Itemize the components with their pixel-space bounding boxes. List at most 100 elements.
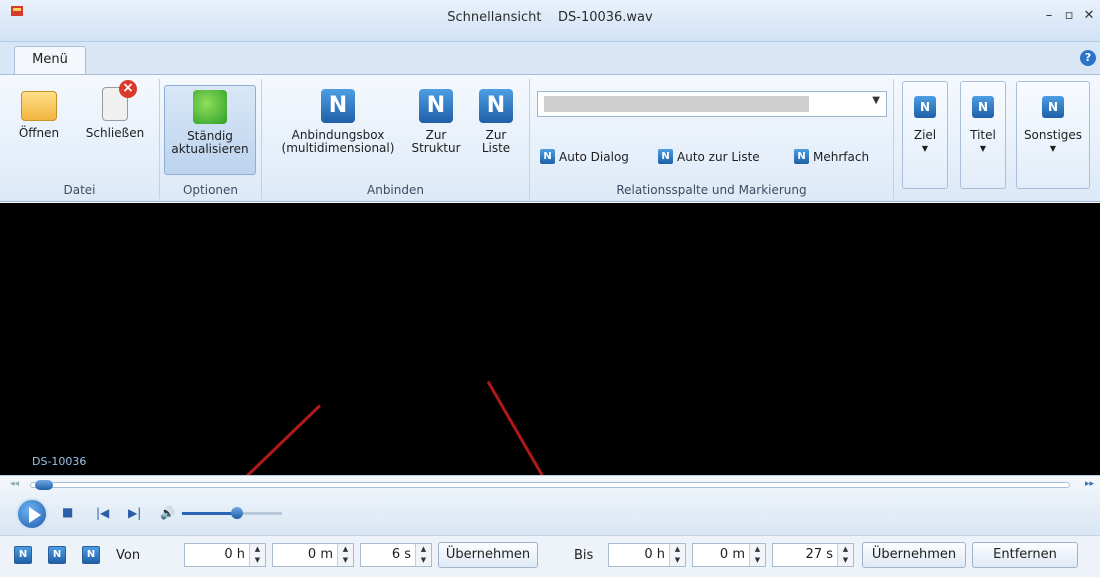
- target-chevron-icon: ▼: [921, 144, 929, 153]
- volume-fill: [182, 512, 237, 515]
- bis-hours-input[interactable]: 0 h ▲ ▼: [608, 543, 686, 567]
- von-label: Von: [116, 548, 141, 563]
- misc-icon: N: [1042, 96, 1064, 118]
- auto-dialog-bottom-icon[interactable]: N: [14, 546, 32, 564]
- to-list-button[interactable]: N Zur Liste: [470, 89, 522, 155]
- volume-slider[interactable]: [182, 507, 282, 519]
- close-document-icon: [102, 80, 137, 121]
- group-label-datei: Datei: [63, 183, 96, 197]
- close-icon[interactable]: ✕: [1082, 8, 1096, 23]
- window-title-file: DS-10036.wav: [557, 10, 653, 25]
- folder-icon: [21, 91, 57, 121]
- open-button[interactable]: Öffnen: [6, 87, 72, 140]
- ribbon: Öffnen Schließen Datei Ständig aktualisi…: [0, 74, 1100, 202]
- rewind-icon[interactable]: ◂◂: [10, 479, 19, 489]
- volume-thumb[interactable]: [231, 507, 243, 519]
- von-seconds-stepper[interactable]: ▲ ▼: [415, 544, 431, 566]
- misc-chevron-icon: ▼: [1049, 144, 1057, 153]
- bis-minutes-stepper[interactable]: ▲ ▼: [749, 544, 765, 566]
- media-caption: DS-10036: [32, 455, 87, 468]
- window-controls: – ▫ ✕: [1042, 8, 1096, 23]
- target-icon: N: [914, 96, 936, 118]
- group-label-optionen: Optionen: [182, 183, 239, 197]
- group-label-relation: Relationsspalte und Markierung: [616, 183, 807, 197]
- group-anbinden: N Anbindungsbox (multidimensional) N Zur…: [262, 79, 530, 199]
- window-title-app: Schnellansicht: [447, 10, 542, 25]
- auto-refresh-button[interactable]: Ständig aktualisieren: [164, 85, 256, 175]
- help-icon[interactable]: ?: [1080, 50, 1096, 66]
- bis-label: Bis: [574, 548, 594, 563]
- auto-dialog-button[interactable]: N Auto Dialog: [540, 149, 629, 164]
- stop-icon[interactable]: ■: [62, 505, 73, 519]
- chevron-down-icon[interactable]: ▼: [872, 95, 880, 106]
- target-dropdown[interactable]: N Ziel ▼: [902, 81, 948, 189]
- close-file-button[interactable]: Schließen: [78, 80, 152, 140]
- list-icon: N: [479, 89, 513, 123]
- media-player: ◂◂ ▸▸ ■ |◀ ▶| 🔊: [0, 475, 1100, 535]
- seek-thumb[interactable]: [35, 480, 53, 490]
- relation-combo-value: [544, 96, 809, 112]
- open-label: Öffnen: [18, 126, 60, 140]
- multiple-button[interactable]: N Mehrfach: [794, 149, 869, 164]
- multiple-label: Mehrfach: [813, 149, 870, 164]
- von-hours-input[interactable]: 0 h ▲ ▼: [184, 543, 266, 567]
- maximize-icon[interactable]: ▫: [1062, 8, 1076, 23]
- structure-icon: N: [419, 89, 453, 123]
- previous-icon[interactable]: |◀: [96, 506, 109, 520]
- title-chevron-icon: ▼: [979, 144, 987, 153]
- binding-box-icon: N: [321, 89, 355, 123]
- multiple-icon: N: [794, 149, 809, 164]
- binding-box-label-2: (multidimensional): [281, 141, 395, 155]
- auto-dialog-icon: N: [540, 149, 555, 164]
- next-icon[interactable]: ▶|: [128, 506, 141, 520]
- close-file-label: Schließen: [85, 126, 145, 140]
- minimize-icon[interactable]: –: [1042, 8, 1056, 23]
- group-datei: Öffnen Schließen Datei: [0, 79, 160, 199]
- video-area: DS-10036: [0, 203, 1100, 475]
- target-label: Ziel: [913, 128, 937, 142]
- bis-hours-stepper[interactable]: ▲ ▼: [669, 544, 685, 566]
- group-label-anbinden: Anbinden: [367, 183, 424, 197]
- auto-to-list-bottom-icon[interactable]: N: [48, 546, 66, 564]
- auto-to-list-label: Auto zur Liste: [677, 149, 760, 164]
- von-apply-button[interactable]: Übernehmen: [438, 542, 538, 568]
- von-hours-value: 0 h: [224, 547, 245, 562]
- bis-seconds-stepper[interactable]: ▲ ▼: [837, 544, 853, 566]
- misc-label: Sonstiges: [1023, 128, 1083, 142]
- ribbon-tab-row: Menü ?: [0, 42, 1100, 74]
- group-relation: ▼ N Auto Dialog N Auto zur Liste N Mehrf…: [530, 79, 894, 199]
- title-label: Titel: [970, 128, 996, 142]
- von-seconds-input[interactable]: 6 s ▲ ▼: [360, 543, 432, 567]
- bis-minutes-value: 0 m: [719, 547, 745, 562]
- title-icon: N: [972, 96, 994, 118]
- auto-to-list-button[interactable]: N Auto zur Liste: [658, 149, 760, 164]
- misc-dropdown[interactable]: N Sonstiges ▼: [1016, 81, 1090, 189]
- fast-forward-icon[interactable]: ▸▸: [1085, 479, 1094, 489]
- to-list-label-2: Liste: [481, 141, 511, 155]
- title-bar: Schnellansicht DS-10036.wav – ▫ ✕: [0, 0, 1100, 42]
- von-seconds-value: 6 s: [391, 547, 411, 562]
- multiple-bottom-icon[interactable]: N: [82, 546, 100, 564]
- relation-combo[interactable]: ▼: [537, 91, 887, 117]
- bis-hours-value: 0 h: [644, 547, 665, 562]
- remove-button[interactable]: Entfernen: [972, 542, 1078, 568]
- von-minutes-value: 0 m: [307, 547, 333, 562]
- bis-minutes-input[interactable]: 0 m ▲ ▼: [692, 543, 766, 567]
- to-structure-button[interactable]: N Zur Struktur: [408, 89, 464, 155]
- bis-seconds-value: 27 s: [805, 547, 833, 562]
- von-hours-stepper[interactable]: ▲ ▼: [249, 544, 265, 566]
- bis-apply-button[interactable]: Übernehmen: [862, 542, 966, 568]
- range-toolbar: N N N Von 0 h ▲ ▼ 0 m ▲ ▼ 6 s ▲ ▼ Übernehme…: [0, 535, 1100, 577]
- von-minutes-stepper[interactable]: ▲ ▼: [337, 544, 353, 566]
- auto-dialog-label: Auto Dialog: [559, 149, 629, 164]
- bis-seconds-input[interactable]: 27 s ▲ ▼: [772, 543, 854, 567]
- play-button[interactable]: [16, 498, 48, 530]
- auto-to-list-icon: N: [658, 149, 673, 164]
- tab-menu[interactable]: Menü: [14, 46, 86, 74]
- auto-refresh-label-2: aktualisieren: [171, 142, 249, 156]
- volume-icon[interactable]: 🔊: [160, 506, 175, 520]
- binding-box-button[interactable]: N Anbindungsbox (multidimensional): [268, 89, 408, 155]
- von-minutes-input[interactable]: 0 m ▲ ▼: [272, 543, 354, 567]
- title-dropdown[interactable]: N Titel ▼: [960, 81, 1006, 189]
- seek-bar[interactable]: [30, 480, 1070, 490]
